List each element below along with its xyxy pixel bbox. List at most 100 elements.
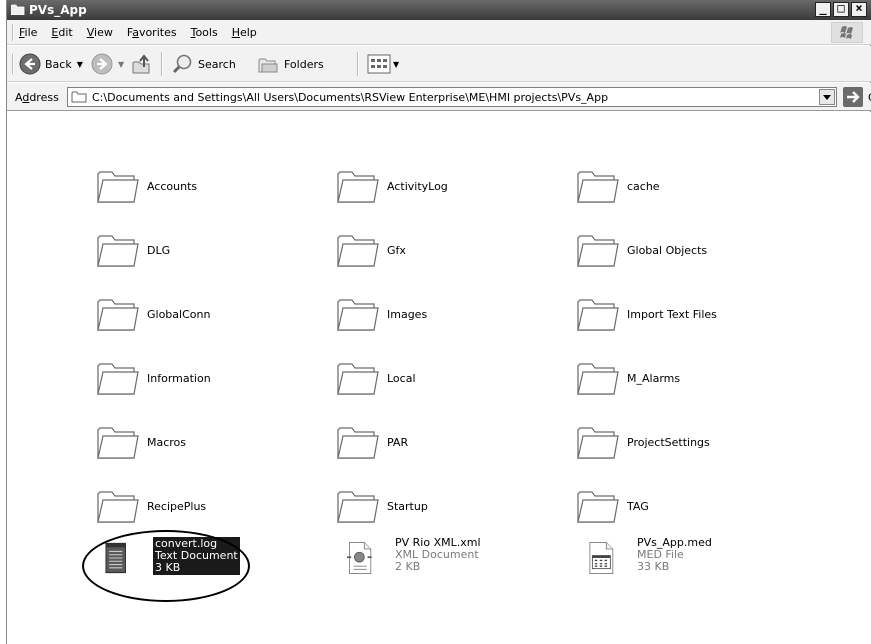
address-input[interactable]: C:\Documents and Settings\All Users\Docu… [67, 87, 837, 107]
windows-logo-icon [831, 22, 863, 43]
folder-icon [577, 491, 619, 523]
folder-icon [337, 491, 379, 523]
folder-item[interactable]: Import Text Files [575, 292, 815, 346]
address-dropdown-button[interactable] [819, 89, 835, 105]
folder-name: ActivityLog [387, 180, 448, 193]
folder-name: Macros [147, 436, 187, 449]
views-button[interactable]: ▼ [367, 53, 399, 75]
folder-item[interactable]: M_Alarms [575, 356, 815, 410]
close-icon: × [855, 1, 863, 15]
folder-name: TAG [627, 500, 649, 513]
menu-bar: File Edit View Favorites Tools Help [7, 20, 871, 45]
back-button[interactable]: Back ▼ [19, 53, 83, 75]
folder-item[interactable]: Images [335, 292, 575, 346]
folder-name: Startup [387, 500, 428, 513]
folder-icon [337, 363, 379, 395]
search-icon [172, 54, 192, 74]
search-label: Search [198, 57, 236, 71]
folder-item[interactable]: Macros [95, 420, 335, 474]
views-icon [367, 54, 391, 74]
toolbar-separator [357, 52, 359, 76]
go-arrow-icon [843, 87, 863, 107]
menu-edit[interactable]: Edit [51, 26, 72, 39]
up-folder-icon [132, 54, 150, 74]
standard-toolbar: Back ▼ ▼ Search Folders ▼ [7, 46, 871, 82]
folder-item[interactable]: GlobalConn [95, 292, 335, 346]
folder-name: cache [627, 180, 660, 193]
file-details: PVs_App.med MED File 33 KB [637, 537, 712, 573]
file-item-pv-rio-xml[interactable]: PV Rio XML.xml XML Document 2 KB [343, 537, 583, 591]
annotation-circle [82, 530, 250, 602]
back-label: Back [45, 57, 72, 71]
menubar-grip[interactable] [12, 24, 14, 41]
folder-item[interactable]: RecipePlus [95, 484, 335, 538]
folders-icon [258, 58, 278, 73]
back-arrow-icon [19, 53, 41, 75]
folders-button[interactable]: Folders [257, 53, 324, 75]
file-size: 33 KB [637, 560, 670, 573]
folder-icon [337, 427, 379, 459]
up-folder-button[interactable] [131, 53, 153, 75]
window-title: PVs_App [29, 3, 87, 17]
folder-item[interactable]: TAG [575, 484, 815, 538]
folder-name: GlobalConn [147, 308, 211, 321]
folder-name: M_Alarms [627, 372, 681, 385]
folder-icon [337, 299, 379, 331]
toolbar-separator [161, 52, 163, 76]
menu-tools[interactable]: Tools [191, 26, 218, 39]
folder-icon [577, 299, 619, 331]
address-label: Address [15, 91, 59, 104]
folder-item[interactable]: Gfx [335, 228, 575, 282]
file-item-pvs-app-med[interactable]: PVs_App.med MED File 33 KB [585, 537, 825, 591]
menu-view[interactable]: View [87, 26, 113, 39]
folder-item[interactable]: PAR [335, 420, 575, 474]
close-button[interactable]: × [851, 1, 867, 17]
search-button[interactable]: Search [171, 53, 236, 75]
folder-name: Gfx [387, 244, 406, 257]
forward-dropdown-icon[interactable]: ▼ [118, 60, 124, 69]
menu-favorites[interactable]: Favorites [127, 26, 177, 39]
folder-icon [97, 363, 139, 395]
folder-icon [97, 427, 139, 459]
folder-name: Information [147, 372, 211, 385]
folder-item[interactable]: Global Objects [575, 228, 815, 282]
folder-item[interactable]: ProjectSettings [575, 420, 815, 474]
back-dropdown-icon[interactable]: ▼ [77, 60, 83, 69]
minimize-icon: _ [819, 1, 827, 15]
folder-item[interactable]: Startup [335, 484, 575, 538]
menu-help[interactable]: Help [232, 26, 257, 39]
menu-file[interactable]: File [19, 26, 37, 39]
forward-button[interactable]: ▼ [91, 53, 124, 75]
minimize-button[interactable]: _ [815, 1, 831, 17]
forward-arrow-icon [91, 53, 113, 75]
go-button[interactable]: Go [843, 87, 871, 107]
file-details: PV Rio XML.xml XML Document 2 KB [395, 537, 481, 573]
folder-icon [577, 363, 619, 395]
folder-item[interactable]: Accounts [95, 164, 335, 218]
folder-icon [577, 171, 619, 203]
title-bar[interactable]: PVs_App _ □ × [7, 0, 871, 20]
views-dropdown-icon[interactable]: ▼ [393, 60, 399, 69]
folder-item[interactable]: DLG [95, 228, 335, 282]
maximize-button[interactable]: □ [833, 1, 849, 17]
folder-name: Local [387, 372, 416, 385]
folder-icon [71, 91, 87, 103]
folder-icon [97, 235, 139, 267]
folder-icon [11, 4, 25, 15]
folder-item[interactable]: ActivityLog [335, 164, 575, 218]
maximize-icon: □ [837, 1, 845, 15]
address-bar: Address C:\Documents and Settings\All Us… [7, 83, 871, 111]
folder-name: ProjectSettings [627, 436, 710, 449]
folder-name: Global Objects [627, 244, 708, 257]
folder-icon [577, 235, 619, 267]
chevron-down-icon [823, 95, 831, 100]
file-size: 2 KB [395, 560, 421, 573]
folder-item[interactable]: Information [95, 356, 335, 410]
folder-item[interactable]: Local [335, 356, 575, 410]
folder-item[interactable]: cache [575, 164, 815, 218]
toolbar-grip[interactable] [12, 54, 14, 74]
folder-name: Images [387, 308, 428, 321]
folder-name: DLG [147, 244, 171, 257]
address-path: C:\Documents and Settings\All Users\Docu… [92, 91, 609, 104]
folder-icon [97, 491, 139, 523]
